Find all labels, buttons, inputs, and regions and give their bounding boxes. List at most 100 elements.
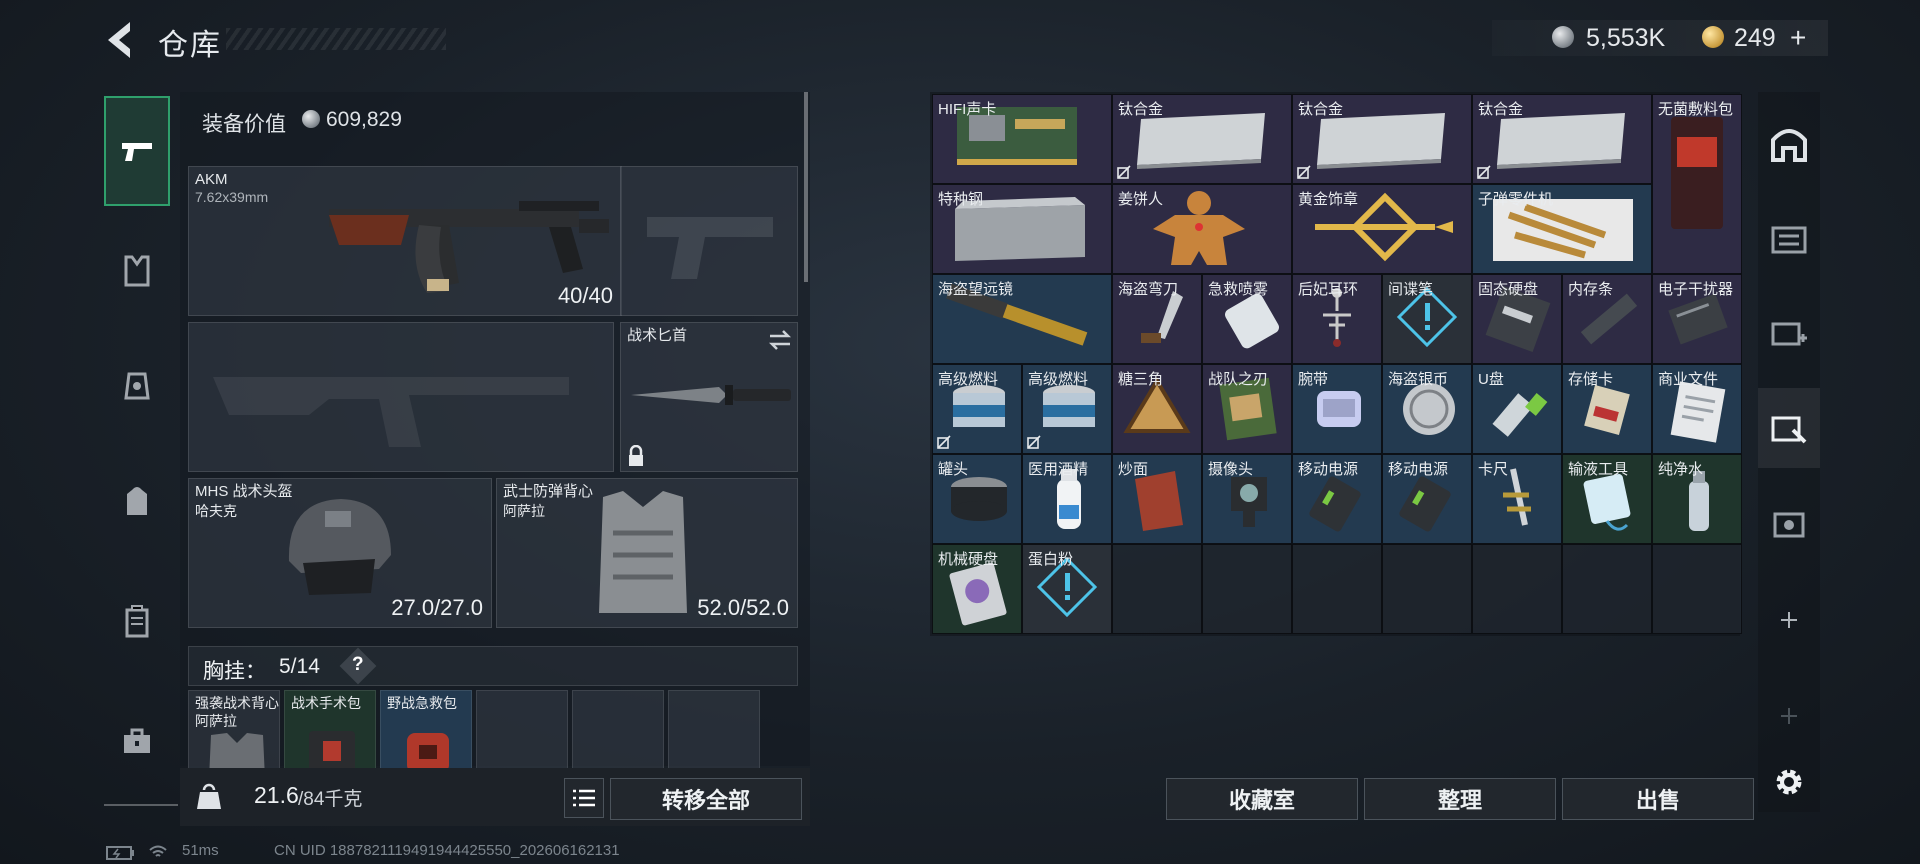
inventory-item[interactable]: 急救喷雾 <box>1202 274 1292 364</box>
inventory-item[interactable]: 姜饼人 <box>1112 184 1292 274</box>
transfer-all-button[interactable]: 转移全部 <box>610 778 802 820</box>
empty-slot[interactable] <box>1202 544 1292 634</box>
inventory-item[interactable]: 战队之刃 <box>1202 364 1292 454</box>
tab-storage-4[interactable] <box>1758 388 1820 468</box>
inventory-item[interactable]: 海盗银币 <box>1382 364 1472 454</box>
inventory-item[interactable]: 高级燃料 <box>1022 364 1112 454</box>
back-button[interactable] <box>100 18 140 62</box>
inventory-item[interactable]: 后妃耳环 <box>1292 274 1382 364</box>
tab-storage-2[interactable] <box>1758 196 1820 276</box>
bound-item-icon <box>937 435 951 449</box>
bound-item-icon <box>1027 435 1041 449</box>
help-icon[interactable]: ? <box>352 654 364 676</box>
inventory-item[interactable]: 电子干扰器 <box>1652 274 1742 364</box>
secondary-weapon-slot[interactable] <box>620 166 798 316</box>
item-name: 移动电源 <box>1388 461 1449 478</box>
rig-slot-2[interactable]: 战术手术包 <box>284 690 376 780</box>
inventory-item[interactable]: 钛合金 <box>1112 94 1292 184</box>
chest-rig-header: 胸挂： 5/14 ? <box>188 646 798 686</box>
primary-weapon-slot[interactable]: AKM 7.62x39mm 40/40 <box>188 166 622 316</box>
inventory-item[interactable]: 腕带 <box>1292 364 1382 454</box>
inventory-item[interactable]: 罐头 <box>932 454 1022 544</box>
inventory-item[interactable]: 医用酒精 <box>1022 454 1112 544</box>
inventory-item[interactable]: 摄像头 <box>1202 454 1292 544</box>
rig-slot-5[interactable] <box>572 690 664 780</box>
inventory-item[interactable]: 钛合金 <box>1472 94 1652 184</box>
inventory-item[interactable]: 海盗望远镜 <box>932 274 1112 364</box>
tab-storage-3[interactable] <box>1758 292 1820 372</box>
currency-gold-value: 249 <box>1734 24 1776 52</box>
sort-button[interactable]: 整理 <box>1364 778 1556 820</box>
tab-armor[interactable] <box>104 216 170 326</box>
item-name: 内存条 <box>1568 281 1614 298</box>
item-name: 电子干扰器 <box>1658 281 1734 298</box>
inventory-item[interactable]: 钛合金 <box>1292 94 1472 184</box>
empty-slot[interactable] <box>1292 544 1382 634</box>
tab-divider <box>104 804 178 806</box>
inventory-item[interactable]: 机械硬盘 <box>932 544 1022 634</box>
add-currency-button[interactable]: + <box>1790 22 1806 54</box>
item-name: 机械硬盘 <box>938 551 999 568</box>
inventory-item[interactable]: 糖三角 <box>1112 364 1202 454</box>
settings-button[interactable] <box>1758 744 1820 820</box>
empty-slot[interactable] <box>1382 544 1472 634</box>
inventory-item[interactable]: 输液工具 <box>1562 454 1652 544</box>
tab-outfit[interactable] <box>104 330 170 440</box>
rig-slot-4[interactable] <box>476 690 568 780</box>
inventory-item[interactable]: 炒面 <box>1112 454 1202 544</box>
inventory-item[interactable]: 固态硬盘 <box>1472 274 1562 364</box>
armor-slot[interactable]: 武士防弹背心 阿萨拉 52.0/52.0 <box>496 478 798 628</box>
item-name: 卡尺 <box>1478 461 1509 478</box>
inventory-item[interactable]: 商业文件 <box>1652 364 1742 454</box>
melee-slot[interactable]: 战术匕首 <box>620 322 798 472</box>
secondary-rifle-slot[interactable] <box>188 322 614 472</box>
inventory-item[interactable]: 海盗弯刀 <box>1112 274 1202 364</box>
tab-toolbox[interactable] <box>104 686 170 796</box>
silver-coin-icon <box>302 110 320 128</box>
rifle-silhouette-icon <box>213 377 569 447</box>
item-name: 罐头 <box>938 461 969 478</box>
add-storage-button[interactable] <box>1758 580 1820 660</box>
inventory-item[interactable]: 纯净水 <box>1652 454 1742 544</box>
tab-backpack[interactable] <box>104 446 170 556</box>
swap-icon[interactable] <box>767 329 793 351</box>
empty-slot[interactable] <box>1112 544 1202 634</box>
inventory-item[interactable]: 高级燃料 <box>932 364 1022 454</box>
armor-maker: 阿萨拉 <box>503 503 545 519</box>
bound-item-icon <box>1117 165 1131 179</box>
item-name: 特种钢 <box>938 191 984 208</box>
inventory-item[interactable]: HIFI声卡 <box>932 94 1112 184</box>
empty-slot[interactable] <box>1652 544 1742 634</box>
inventory-item[interactable]: 移动电源 <box>1292 454 1382 544</box>
inventory-item[interactable]: 间谍笔 <box>1382 274 1472 364</box>
tab-storage-5[interactable] <box>1758 484 1820 564</box>
inventory-item[interactable]: 移动电源 <box>1382 454 1472 544</box>
scrollbar[interactable] <box>804 92 808 282</box>
tab-case[interactable] <box>104 566 170 676</box>
tab-main-storage[interactable] <box>1758 104 1820 184</box>
tab-weapons[interactable] <box>104 96 170 206</box>
inventory-item[interactable]: 特种钢 <box>932 184 1112 274</box>
item-name: 钛合金 <box>1478 101 1524 118</box>
user-uid: CN UID 1887821119491944425550_2026061621… <box>274 842 620 859</box>
inventory-item[interactable]: U盘 <box>1472 364 1562 454</box>
inventory-item[interactable]: 黄金饰章 <box>1292 184 1472 274</box>
inventory-item[interactable]: 内存条 <box>1562 274 1652 364</box>
rig-item-name: 野战急救包 <box>387 695 457 711</box>
case-icon <box>125 605 149 638</box>
inventory-item[interactable]: 子弹零件机 <box>1472 184 1652 274</box>
list-view-button[interactable] <box>564 778 604 818</box>
rig-slot-3[interactable]: 野战急救包 <box>380 690 472 780</box>
inventory-item[interactable]: 卡尺 <box>1472 454 1562 544</box>
empty-slot[interactable] <box>1562 544 1652 634</box>
rig-slot-6[interactable] <box>668 690 760 780</box>
backpack-icon <box>127 487 147 515</box>
inventory-item[interactable]: 蛋白粉 <box>1022 544 1112 634</box>
sell-button[interactable]: 出售 <box>1562 778 1754 820</box>
rig-slot-1[interactable]: 强袭战术背心 阿萨拉 <box>188 690 280 780</box>
helmet-slot[interactable]: MHS 战术头盔 哈夫克 27.0/27.0 <box>188 478 492 628</box>
inventory-item[interactable]: 存储卡 <box>1562 364 1652 454</box>
empty-slot[interactable] <box>1472 544 1562 634</box>
collection-room-button[interactable]: 收藏室 <box>1166 778 1358 820</box>
inventory-item[interactable]: 无菌敷料包 <box>1652 94 1742 274</box>
